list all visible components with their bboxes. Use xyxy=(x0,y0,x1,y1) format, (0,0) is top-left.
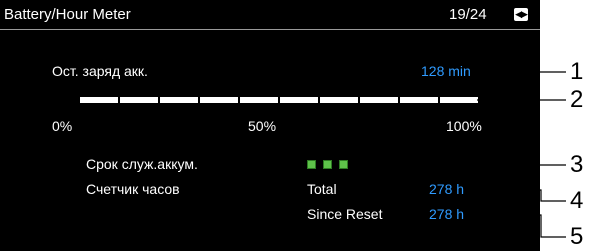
callout-line-4 xyxy=(470,189,566,202)
callout-number-3: 3 xyxy=(570,151,584,178)
callout-line-5 xyxy=(470,214,566,238)
callout-number-2: 2 xyxy=(570,86,584,113)
callout-number-1: 1 xyxy=(570,58,584,85)
callout-number-5: 5 xyxy=(570,223,584,250)
callout-number-4: 4 xyxy=(570,187,584,214)
callout-lines xyxy=(350,71,566,238)
